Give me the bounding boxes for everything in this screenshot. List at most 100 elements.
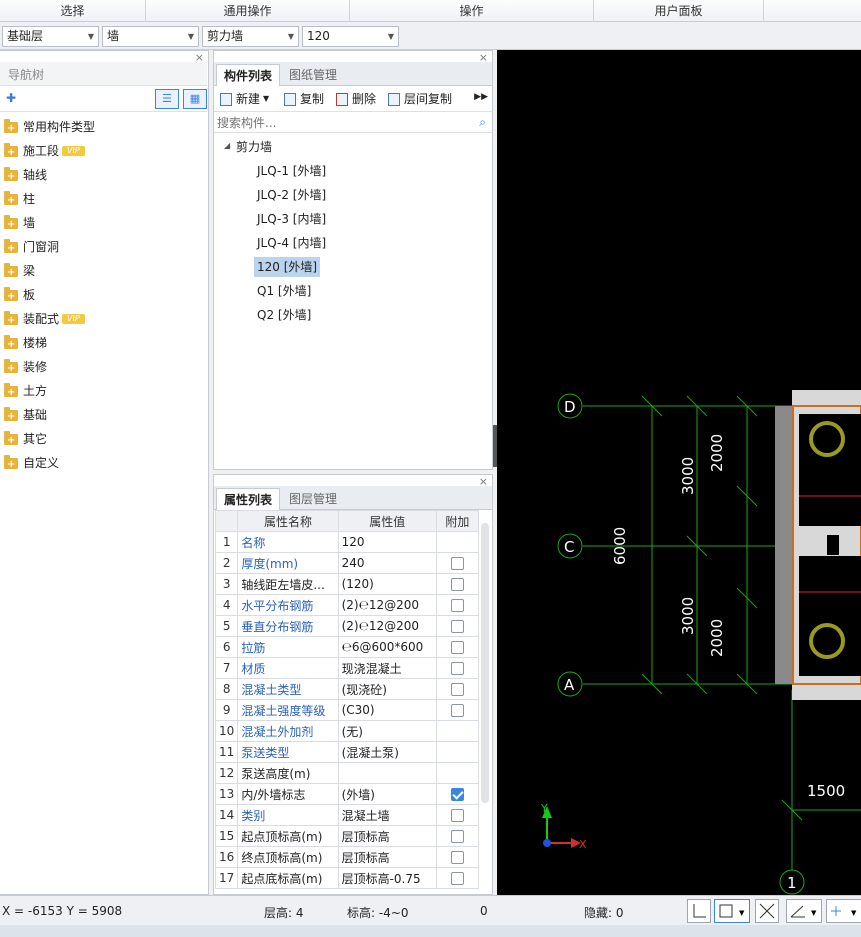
more-chevron-icon[interactable]: ▶▶ bbox=[474, 92, 488, 102]
nav-item[interactable]: 柱 bbox=[4, 189, 35, 211]
nav-item[interactable]: 梁 bbox=[4, 261, 35, 283]
extra-checkbox[interactable] bbox=[450, 809, 464, 822]
table-row[interactable]: 8 混凝土类型 (现浇砼) bbox=[214, 678, 480, 700]
extra-checkbox[interactable] bbox=[450, 788, 464, 801]
property-value[interactable]: (2)℮12@200 bbox=[337, 594, 437, 616]
property-value[interactable]: 层顶标高-0.75 bbox=[337, 867, 437, 889]
nav-item[interactable]: 装配式VIP bbox=[4, 309, 85, 331]
nav-item[interactable]: 板 bbox=[4, 285, 35, 307]
tab-drawing-management[interactable]: 图纸管理 bbox=[282, 64, 344, 86]
extra-checkbox[interactable] bbox=[450, 830, 464, 843]
floor-copy-button[interactable]: 层间复制 bbox=[388, 88, 452, 110]
add-sparkle-icon[interactable]: ✚ bbox=[6, 91, 16, 105]
extra-checkbox[interactable] bbox=[450, 662, 464, 675]
property-value[interactable]: (现浇砼) bbox=[337, 678, 437, 700]
property-value[interactable]: (2)℮12@200 bbox=[337, 615, 437, 637]
category-select[interactable]: 墙 ▼ bbox=[102, 26, 199, 47]
component-item[interactable]: JLQ-3 [内墙] bbox=[254, 209, 329, 229]
component-select[interactable]: 120 ▼ bbox=[302, 26, 399, 47]
nav-item[interactable]: 其它 bbox=[4, 429, 47, 451]
nav-item[interactable]: 楼梯 bbox=[4, 333, 47, 355]
table-row[interactable]: 7 材质 现浇混凝土 bbox=[214, 657, 480, 679]
table-row[interactable]: 4 水平分布钢筋 (2)℮12@200 bbox=[214, 594, 480, 616]
extra-checkbox[interactable] bbox=[450, 704, 464, 717]
component-item[interactable]: 120 [外墙] bbox=[254, 257, 321, 277]
scrollbar[interactable] bbox=[481, 523, 489, 803]
ribbon-group-user-panel[interactable]: 用户面板 bbox=[594, 0, 764, 22]
table-row[interactable]: 14 类别 混凝土墙 bbox=[214, 804, 480, 826]
property-value[interactable]: ℮6@600*600 bbox=[337, 636, 437, 658]
extra-checkbox[interactable] bbox=[450, 599, 464, 612]
nav-item[interactable]: 基础 bbox=[4, 405, 47, 427]
extra-checkbox[interactable] bbox=[450, 557, 464, 570]
angle-icon[interactable]: ▼ bbox=[786, 899, 822, 923]
table-row[interactable]: 16 终点顶标高(m) 层顶标高 bbox=[214, 846, 480, 868]
ribbon-group-operation[interactable]: 操作 bbox=[350, 0, 594, 22]
property-value[interactable]: 混凝土墙 bbox=[337, 804, 437, 826]
nav-item[interactable]: 墙 bbox=[4, 213, 35, 235]
table-row[interactable]: 5 垂直分布钢筋 (2)℮12@200 bbox=[214, 615, 480, 637]
extra-checkbox[interactable] bbox=[450, 683, 464, 696]
new-button[interactable]: 新建 ▼ bbox=[220, 88, 269, 110]
grid-view-icon[interactable]: ▦ bbox=[183, 89, 207, 109]
table-row[interactable]: 10 混凝土外加剂 (无) bbox=[214, 720, 480, 742]
ribbon-group-common[interactable]: 通用操作 bbox=[146, 0, 350, 22]
component-item[interactable]: JLQ-1 [外墙] bbox=[254, 161, 329, 181]
nav-item[interactable]: 土方 bbox=[4, 381, 47, 403]
tab-component-list[interactable]: 构件列表 bbox=[216, 64, 281, 86]
table-row[interactable]: 2 厚度(mm) 240 bbox=[214, 552, 480, 574]
tree-expand-icon[interactable]: ◢ bbox=[224, 141, 230, 150]
drawing-canvas[interactable]: D C A 1 3000 2000 6000 3000 2000 1500 Y … bbox=[497, 50, 861, 895]
add-point-icon[interactable]: ▼ bbox=[826, 899, 861, 923]
property-value[interactable]: 层顶标高 bbox=[337, 846, 437, 868]
cross-select-icon[interactable] bbox=[755, 899, 779, 923]
ribbon-group-select[interactable]: 选择 bbox=[0, 0, 146, 22]
property-value[interactable]: (C30) bbox=[337, 699, 437, 721]
table-row[interactable]: 15 起点顶标高(m) 层顶标高 bbox=[214, 825, 480, 847]
extra-checkbox[interactable] bbox=[450, 872, 464, 885]
extra-checkbox[interactable] bbox=[450, 578, 464, 591]
property-value[interactable]: 现浇混凝土 bbox=[337, 657, 437, 679]
tab-layer-management[interactable]: 图层管理 bbox=[282, 488, 344, 510]
component-item[interactable]: JLQ-4 [内墙] bbox=[254, 233, 329, 253]
tree-root-label[interactable]: 剪力墙 bbox=[236, 137, 272, 157]
table-row[interactable]: 12 泵送高度(m) bbox=[214, 762, 480, 784]
property-value[interactable]: (120) bbox=[337, 573, 437, 595]
nav-item[interactable]: 轴线 bbox=[4, 165, 47, 187]
component-item[interactable]: Q2 [外墙] bbox=[254, 305, 314, 325]
table-row[interactable]: 17 起点底标高(m) 层顶标高-0.75 bbox=[214, 867, 480, 889]
type-select[interactable]: 剪力墙 ▼ bbox=[202, 26, 299, 47]
nav-item[interactable]: 自定义 bbox=[4, 453, 59, 475]
property-value[interactable]: 240 bbox=[337, 552, 437, 574]
extra-checkbox[interactable] bbox=[450, 620, 464, 633]
nav-item[interactable]: 施工段VIP bbox=[4, 141, 85, 163]
table-row[interactable]: 1 名称 120 bbox=[214, 531, 480, 553]
table-row[interactable]: 3 轴线距左墙皮... (120) bbox=[214, 573, 480, 595]
property-value[interactable]: 120 bbox=[337, 531, 437, 553]
table-row[interactable]: 6 拉筋 ℮6@600*600 bbox=[214, 636, 480, 658]
list-view-icon[interactable]: ☰ bbox=[155, 89, 179, 109]
floor-select[interactable]: 基础层 ▼ bbox=[2, 26, 99, 47]
snap-icon[interactable]: ▼ bbox=[714, 899, 750, 923]
nav-item[interactable]: 门窗洞 bbox=[4, 237, 59, 259]
ortho-icon[interactable] bbox=[687, 899, 711, 923]
property-value[interactable]: (混凝土泵) bbox=[337, 741, 437, 763]
component-item[interactable]: Q1 [外墙] bbox=[254, 281, 314, 301]
property-value[interactable]: (外墙) bbox=[337, 783, 437, 805]
drawing-svg[interactable]: D C A 1 3000 2000 6000 3000 2000 1500 Y … bbox=[497, 50, 861, 895]
extra-checkbox[interactable] bbox=[450, 641, 464, 654]
search-input[interactable] bbox=[214, 113, 492, 133]
table-row[interactable]: 13 内/外墙标志 (外墙) bbox=[214, 783, 480, 805]
property-value[interactable]: 层顶标高 bbox=[337, 825, 437, 847]
table-row[interactable]: 11 泵送类型 (混凝土泵) bbox=[214, 741, 480, 763]
nav-item[interactable]: 常用构件类型 bbox=[4, 117, 95, 139]
delete-button[interactable]: 删除 bbox=[336, 88, 376, 110]
property-value[interactable]: (无) bbox=[337, 720, 437, 742]
table-row[interactable]: 9 混凝土强度等级 (C30) bbox=[214, 699, 480, 721]
tab-property-list[interactable]: 属性列表 bbox=[216, 488, 281, 510]
search-icon[interactable]: ⌕ bbox=[479, 115, 486, 130]
nav-item[interactable]: 装修 bbox=[4, 357, 47, 379]
component-item[interactable]: JLQ-2 [外墙] bbox=[254, 185, 329, 205]
property-value[interactable] bbox=[337, 762, 437, 784]
extra-checkbox[interactable] bbox=[450, 851, 464, 864]
